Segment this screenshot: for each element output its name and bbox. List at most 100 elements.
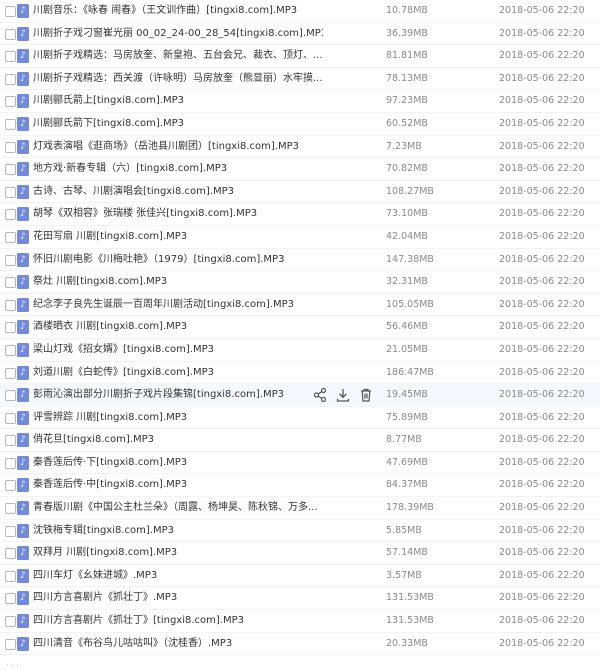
file-name[interactable]: 地方戏·新春专辑（六）[tingxi8.com].MP3	[33, 158, 323, 180]
file-name[interactable]: 双拜月 川剧[tingxi8.com].MP3	[33, 542, 323, 564]
file-date: 2018-05-06 22:20	[499, 524, 585, 536]
file-row[interactable]: ♪ 秦香莲后传·中[tingxi8.com].MP3 84.37MB 2018-05-…	[0, 474, 600, 498]
row-checkbox[interactable]	[5, 412, 16, 424]
row-checkbox[interactable]	[5, 73, 16, 85]
file-row[interactable]: ♪ 评雪辨踪 川剧[tingxi8.com].MP3 75.89MB 2018-05-…	[0, 407, 600, 430]
file-name[interactable]: 古诗、古琴、川剧演唱会[tingxi8.com].MP3	[33, 181, 323, 203]
file-name[interactable]: 彭雨沁演出部分川剧折子戏片段集锦[tingxi8.com].MP3	[33, 384, 323, 406]
file-row[interactable]: ♪ 酒楼晒衣 川剧[tingxi8.com].MP3 56.46MB 2018-05-…	[0, 316, 600, 339]
file-row[interactable]: ♪ 川剧郦氏箭下[tingxi8.com].MP3 60.52MB 2018-05-0…	[0, 113, 600, 136]
row-checkbox[interactable]	[5, 299, 16, 311]
music-note-icon: ♪	[17, 342, 29, 357]
file-row[interactable]: ♪ 祭灶 川剧[tingxi8.com].MP3 32.31MB 2018-05-06…	[0, 271, 600, 294]
file-row[interactable]: ♪ 花田写扇 川剧[tingxi8.com].MP3 42.04MB 2018-05-…	[0, 226, 600, 249]
row-checkbox[interactable]	[5, 254, 16, 266]
file-name[interactable]: 四川清音《布谷鸟儿咕咕叫》（沈桂香）.MP3	[33, 633, 323, 655]
row-checkbox[interactable]	[5, 593, 16, 605]
file-name[interactable]: 刘道川剧《白蛇传》[tingxi8.com].MP3	[33, 362, 323, 384]
row-checkbox[interactable]	[5, 390, 16, 402]
row-checkbox[interactable]	[5, 118, 16, 130]
music-note-icon: ♪	[17, 410, 29, 425]
row-checkbox[interactable]	[5, 277, 16, 289]
row-checkbox[interactable]	[5, 164, 16, 176]
file-row[interactable]: ♪ 青春版川剧《中国公主杜兰朵》（周露、杨坤昊、陈秋锦、万多... 178.39MB…	[0, 497, 600, 520]
file-row[interactable]: ♪ 纪念李子良先生诞辰一百周年川剧活动[tingxi8.com].MP3 105.0…	[0, 294, 600, 317]
file-name[interactable]: 评雪辨踪 川剧[tingxi8.com].MP3	[33, 407, 323, 429]
file-name[interactable]: 秦香莲后传·下[tingxi8.com].MP3	[33, 452, 323, 474]
file-row[interactable]: ♪ 梁山灯戏《招女婿》[tingxi8.com].MP3 21.05MB 2018-0…	[0, 339, 600, 362]
file-name[interactable]: 秦香莲后传·中[tingxi8.com].MP3	[33, 474, 323, 496]
file-row[interactable]: ♪ 川剧折子戏精选：西关渡（许咏明）马房放奎（熊显丽）水牢摸... 78.13MB 2…	[0, 68, 600, 91]
file-name[interactable]: 川剧折子戏精选：西关渡（许咏明）马房放奎（熊显丽）水牢摸...	[33, 68, 323, 90]
file-name[interactable]: 青春版川剧《中国公主杜兰朵》（周露、杨坤昊、陈秋锦、万多...	[33, 497, 323, 519]
file-name[interactable]: 灯戏表演唱《逛商场》（岳池县川剧团）[tingxi8.com].MP3	[33, 136, 323, 158]
file-name[interactable]: 祭灶 川剧[tingxi8.com].MP3	[33, 271, 323, 293]
share-icon[interactable]	[312, 387, 328, 403]
row-checkbox[interactable]	[5, 322, 16, 334]
file-row[interactable]: ♪ 俏花旦[tingxi8.com].MP3 8.77MB 2018-05-06 22…	[0, 429, 600, 452]
file-name[interactable]: 川剧郦氏箭上[tingxi8.com].MP3	[33, 90, 323, 112]
download-icon[interactable]	[335, 387, 351, 403]
file-row[interactable]: ♪ 四川方言喜剧片《抓壮丁》.MP3 131.53MB 2018-05-06 22:2…	[0, 587, 600, 611]
file-name[interactable]: 花田写扇 川剧[tingxi8.com].MP3	[33, 226, 323, 248]
file-name[interactable]: 梁山灯戏《招女婿》[tingxi8.com].MP3	[33, 339, 323, 361]
file-size: 56.46MB	[386, 321, 428, 333]
file-row[interactable]: ♪ 秦香莲后传·下[tingxi8.com].MP3 47.69MB 2018-05-…	[0, 452, 600, 475]
row-checkbox[interactable]	[5, 480, 16, 492]
file-name[interactable]: 俏花旦[tingxi8.com].MP3	[33, 429, 323, 451]
file-row[interactable]: ♪ 彭雨沁演出部分川剧折子戏片段集锦[tingxi8.com].MP3 19.45M…	[0, 384, 600, 407]
file-row[interactable]: ♪ 刘道川剧《白蛇传》[tingxi8.com].MP3 186.47MB 2018-…	[0, 362, 600, 385]
file-row[interactable]: ♪ 古诗、古琴、川剧演唱会[tingxi8.com].MP3 108.27MB 201…	[0, 181, 600, 204]
row-checkbox[interactable]	[5, 28, 16, 40]
row-checkbox[interactable]	[5, 367, 16, 379]
file-row[interactable]: ♪ 川剧折子戏刁窗崔光丽 00_02_24-00_28_54[tingxi8.co…	[0, 23, 600, 46]
file-size: 75.89MB	[386, 411, 428, 423]
file-name[interactable]: 四川方言喜剧片《抓壮丁》[tingxi8.com].MP3	[33, 610, 323, 632]
row-checkbox[interactable]	[5, 570, 16, 582]
file-size: 42.04MB	[386, 230, 428, 242]
file-row[interactable]: ♪ 四川方言喜剧片《抓壮丁》[tingxi8.com].MP3 131.53MB 20…	[0, 610, 600, 633]
file-row[interactable]: ♪ 川剧郦氏箭上[tingxi8.com].MP3 97.23MB 2018-05-0…	[0, 90, 600, 113]
row-checkbox[interactable]	[5, 548, 16, 560]
trash-icon[interactable]	[358, 387, 374, 403]
file-row[interactable]: ♪ 四川车灯《幺妹进城》.MP3 3.57MB 2018-05-06 22:20	[0, 565, 600, 588]
row-checkbox[interactable]	[5, 231, 16, 243]
file-row[interactable]: ♪ 怀旧川剧电影《川梅吐艳》（1979）[tingxi8.com].MP3 147.…	[0, 249, 600, 272]
row-checkbox[interactable]	[5, 51, 16, 63]
file-row[interactable]: ♪ 灯戏表演唱《逛商场》（岳池县川剧团）[tingxi8.com].MP3 7.23…	[0, 136, 600, 159]
file-row[interactable]: ♪ 川剧音乐：《咏春 闹春》（王文训作曲）[tingxi8.com].MP3 10.…	[0, 0, 600, 23]
row-checkbox[interactable]	[5, 6, 16, 17]
file-name[interactable]: 川剧郦氏箭下[tingxi8.com].MP3	[33, 113, 323, 135]
music-note-icon: ♪	[17, 71, 29, 86]
row-checkbox[interactable]	[5, 525, 16, 537]
file-row[interactable]: ♪ 胡琴《双相容》张瑞楼 张佳兴[tingxi8.com].MP3 73.10MB 2…	[0, 203, 600, 226]
file-row[interactable]: ♪ 沈铁梅专辑[tingxi8.com].MP3 5.85MB 2018-05-06 …	[0, 520, 600, 543]
row-checkbox[interactable]	[5, 96, 16, 108]
file-row[interactable]: ♪ 川剧折子戏精选：马房放奎、新皇袍、五台会兄、裁衣、顶灯、... 81.81MB 2…	[0, 45, 600, 68]
file-name[interactable]: 纪念李子良先生诞辰一百周年川剧活动[tingxi8.com].MP3	[33, 294, 323, 316]
row-checkbox[interactable]	[5, 503, 16, 515]
row-checkbox[interactable]	[5, 616, 16, 628]
row-checkbox[interactable]	[5, 638, 16, 650]
file-name[interactable]: 川剧音乐：《咏春 闹春》（王文训作曲）[tingxi8.com].MP3	[33, 0, 323, 22]
file-name[interactable]: 酒楼晒衣 川剧[tingxi8.com].MP3	[33, 316, 323, 338]
row-checkbox[interactable]	[5, 141, 16, 153]
file-row[interactable]: ♪ 四川清音《布谷鸟儿咕咕叫》（沈桂香）.MP3 20.33MB 2018-05-06…	[0, 633, 600, 656]
file-name[interactable]: 胡琴《双相容》张瑞楼 张佳兴[tingxi8.com].MP3	[33, 203, 323, 225]
music-note-icon: ♪	[17, 501, 29, 516]
file-name[interactable]: 四川车灯《幺妹进城》.MP3	[33, 565, 323, 587]
row-checkbox[interactable]	[5, 344, 16, 356]
row-checkbox[interactable]	[5, 209, 16, 221]
row-checkbox[interactable]	[5, 435, 16, 447]
file-date: 2018-05-06 22:20	[499, 185, 585, 197]
file-row[interactable]: ♪ 双拜月 川剧[tingxi8.com].MP3 57.14MB 2018-05-0…	[0, 542, 600, 565]
file-row[interactable]: ♪ 地方戏·新春专辑（六）[tingxi8.com].MP3 70.82MB 2018…	[0, 158, 600, 181]
file-name[interactable]: 川剧折子戏精选：马房放奎、新皇袍、五台会兄、裁衣、顶灯、...	[33, 45, 323, 67]
file-name[interactable]: 川剧折子戏刁窗崔光丽 00_02_24-00_28_54[tingxi8.com…	[33, 23, 323, 45]
file-name[interactable]: 沈铁梅专辑[tingxi8.com].MP3	[33, 520, 323, 542]
row-checkbox[interactable]	[5, 186, 16, 198]
file-name[interactable]: 怀旧川剧电影《川梅吐艳》（1979）[tingxi8.com].MP3	[33, 249, 323, 271]
file-name[interactable]: 四川方言喜剧片《抓壮丁》.MP3	[33, 587, 323, 609]
music-note-icon: ♪	[17, 523, 29, 538]
row-checkbox[interactable]	[5, 457, 16, 469]
